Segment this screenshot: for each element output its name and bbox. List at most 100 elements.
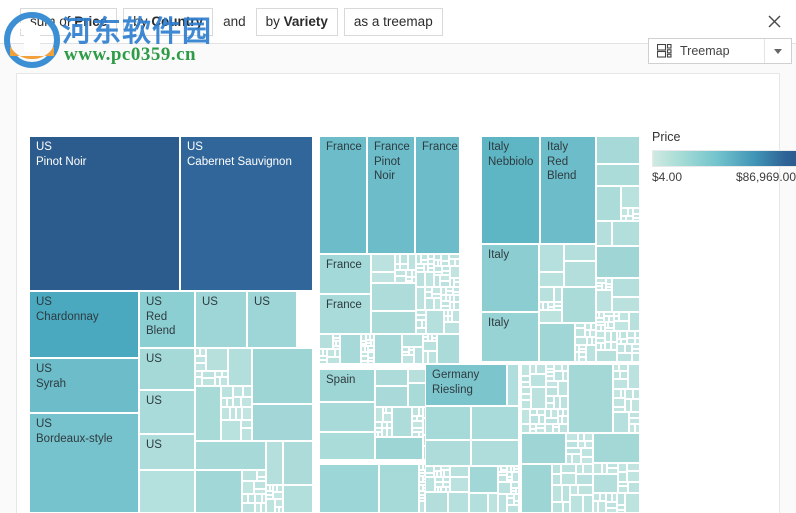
treemap-tile[interactable] <box>605 342 611 350</box>
treemap-tile[interactable] <box>625 493 640 513</box>
treemap-tile[interactable] <box>361 344 366 346</box>
treemap-tile[interactable] <box>327 349 335 357</box>
treemap-tile[interactable] <box>441 466 450 470</box>
treemap-tile[interactable] <box>455 259 460 266</box>
treemap-tile[interactable] <box>507 466 511 472</box>
treemap-tile[interactable] <box>596 164 640 186</box>
treemap-tile[interactable] <box>606 287 612 290</box>
treemap-tile[interactable] <box>434 471 437 477</box>
treemap-tile[interactable] <box>323 349 327 356</box>
treemap-tile[interactable] <box>437 334 460 364</box>
treemap-tile[interactable] <box>581 457 593 464</box>
treemap-tile[interactable] <box>521 409 530 424</box>
treemap-tile[interactable] <box>501 470 507 472</box>
treemap-tile[interactable] <box>507 505 519 513</box>
treemap-tile[interactable] <box>428 264 434 268</box>
treemap-tile[interactable] <box>579 357 586 362</box>
treemap-tile[interactable] <box>507 494 514 498</box>
treemap-tile[interactable] <box>618 463 627 472</box>
treemap-tile[interactable] <box>608 322 614 328</box>
treemap-tile[interactable] <box>625 399 631 412</box>
treemap-tile[interactable] <box>606 502 617 508</box>
treemap-tile[interactable] <box>254 489 266 494</box>
treemap-tile[interactable] <box>252 404 313 441</box>
chevron-down-icon[interactable] <box>764 39 791 63</box>
treemap-tile[interactable] <box>498 466 501 472</box>
treemap-tile[interactable] <box>554 371 563 381</box>
treemap-tile[interactable] <box>366 340 371 343</box>
treemap-tile[interactable] <box>319 349 323 356</box>
treemap-tile[interactable] <box>578 441 585 448</box>
treemap-tile[interactable] <box>425 292 432 298</box>
treemap-tile[interactable] <box>617 344 625 353</box>
treemap-tile[interactable] <box>370 334 374 340</box>
treemap-tile[interactable] <box>257 470 266 477</box>
treemap-tile[interactable] <box>613 407 625 412</box>
treemap-tile[interactable] <box>605 331 611 342</box>
treemap-tile[interactable] <box>596 283 602 286</box>
treemap-tile[interactable] <box>627 463 640 471</box>
treemap-tile[interactable] <box>228 348 252 386</box>
treemap-tile[interactable] <box>255 503 261 513</box>
treemap-tile[interactable] <box>319 360 327 364</box>
treemap-tile[interactable] <box>560 396 568 409</box>
treemap-tile[interactable] <box>383 407 386 413</box>
treemap-tile[interactable] <box>530 409 537 415</box>
treemap-tile[interactable] <box>446 291 453 295</box>
treemap-tile[interactable] <box>236 407 242 420</box>
treemap-tile[interactable] <box>596 325 601 331</box>
treemap-tile[interactable] <box>444 322 460 334</box>
treemap-tile[interactable] <box>379 464 419 513</box>
treemap-tile[interactable] <box>539 272 564 287</box>
treemap-tile[interactable] <box>627 338 635 344</box>
treemap-tile[interactable] <box>600 493 606 501</box>
treemap-tile[interactable] <box>368 358 374 361</box>
treemap-tile[interactable] <box>222 371 228 377</box>
treemap-tile[interactable] <box>448 310 452 316</box>
treemap-tile[interactable] <box>596 322 605 325</box>
treemap-tile[interactable] <box>412 421 423 428</box>
treemap-tile[interactable] <box>596 286 602 290</box>
treemap-tile[interactable] <box>202 378 215 386</box>
treemap-tile[interactable]: Germany Riesling <box>425 364 507 406</box>
treemap-tile[interactable] <box>419 464 423 470</box>
treemap-tile[interactable] <box>361 356 368 361</box>
treemap-tile[interactable] <box>434 272 442 275</box>
treemap-tile[interactable] <box>425 298 434 310</box>
treemap-tile[interactable] <box>521 382 530 387</box>
treemap-tile[interactable]: Italy Red Blend <box>540 136 596 244</box>
query-pill-measure[interactable]: sum of Price <box>20 7 118 36</box>
treemap-tile[interactable] <box>438 487 441 492</box>
treemap-tile[interactable]: US Pinot Noir <box>29 136 180 291</box>
treemap-tile[interactable] <box>361 334 366 341</box>
treemap-tile[interactable] <box>402 355 414 364</box>
treemap-tile[interactable] <box>441 287 446 295</box>
treemap-tile[interactable] <box>319 432 375 460</box>
treemap-tile[interactable] <box>241 428 252 441</box>
treemap-tile[interactable] <box>195 348 200 356</box>
treemap-tile[interactable] <box>416 315 426 320</box>
treemap-tile[interactable] <box>539 302 543 310</box>
treemap-tile[interactable] <box>631 399 640 412</box>
treemap-tile[interactable] <box>625 344 632 353</box>
treemap-tile[interactable] <box>416 254 421 264</box>
treemap-tile[interactable] <box>629 418 640 424</box>
treemap-tile[interactable] <box>596 221 612 246</box>
treemap-tile[interactable] <box>539 310 562 323</box>
treemap-tile[interactable] <box>386 407 392 413</box>
treemap-tile[interactable] <box>553 427 559 433</box>
treemap-tile[interactable] <box>400 254 408 264</box>
treemap-tile[interactable] <box>619 312 629 321</box>
treemap-tile[interactable] <box>620 331 627 339</box>
treemap-tile[interactable] <box>435 477 443 482</box>
treemap-tile[interactable]: US <box>139 390 195 434</box>
treemap-tile[interactable] <box>400 264 408 270</box>
treemap-tile[interactable] <box>596 338 605 343</box>
treemap-tile[interactable] <box>454 282 460 287</box>
treemap-tile[interactable] <box>604 312 614 316</box>
treemap-tile[interactable] <box>551 409 558 418</box>
treemap-tile[interactable] <box>596 136 640 164</box>
treemap-tile[interactable] <box>607 468 618 474</box>
treemap-tile[interactable] <box>566 454 572 464</box>
treemap-tile[interactable] <box>562 416 568 424</box>
